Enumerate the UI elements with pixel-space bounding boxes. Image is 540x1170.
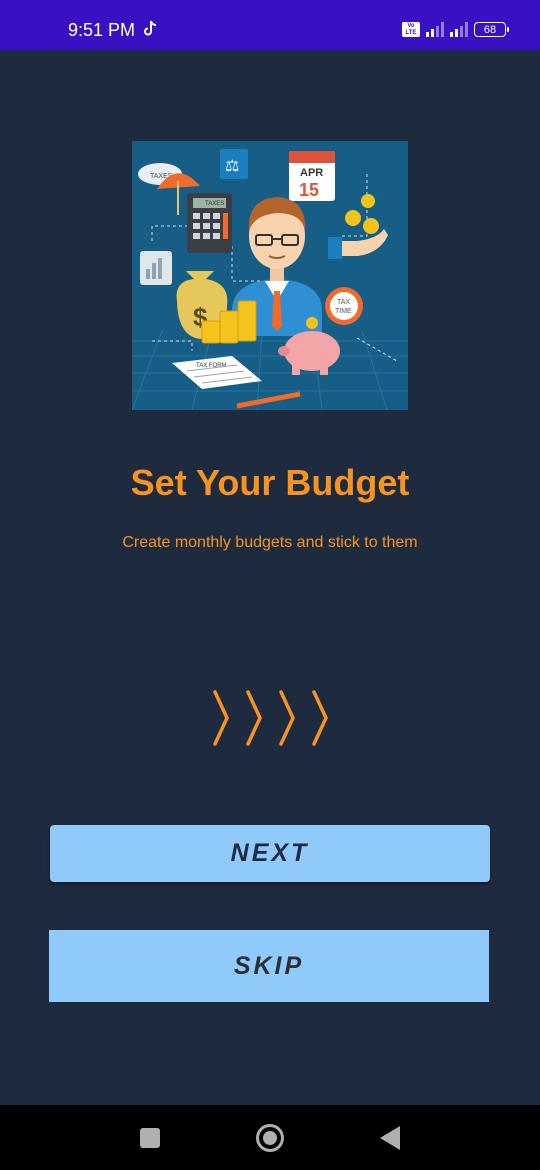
next-button[interactable]: NEXT xyxy=(50,825,490,882)
signal-icon xyxy=(450,22,468,37)
status-indicators: Vo LTE 68 xyxy=(402,22,509,37)
chevron-right-icon xyxy=(213,690,328,746)
clock-text-2: TIME xyxy=(335,308,352,315)
back-icon[interactable] xyxy=(380,1126,400,1150)
budget-illustration: TAXES ⚖ TAXES APR 15 $ TAX TIME TAX FORM xyxy=(132,141,408,410)
calendar-day: 15 xyxy=(299,180,319,200)
skip-button[interactable]: SKIP xyxy=(49,930,489,1002)
tiktok-icon xyxy=(144,20,157,36)
system-nav-bar xyxy=(0,1105,540,1170)
status-bar: 9:51 PM Vo LTE 68 xyxy=(0,0,540,50)
clock-text-1: TAX xyxy=(337,299,350,306)
volte-icon: Vo LTE xyxy=(402,22,420,37)
onboarding-title: Set Your Budget xyxy=(130,462,410,503)
calendar-month: APR xyxy=(300,167,323,179)
home-icon[interactable] xyxy=(256,1124,284,1152)
status-time: 9:51 PM xyxy=(68,20,136,40)
battery-icon: 68 xyxy=(474,22,509,37)
svg-text:⚖: ⚖ xyxy=(225,156,239,175)
onboarding-subtitle: Create monthly budgets and stick to them xyxy=(122,534,418,551)
calculator-text: TAXES xyxy=(205,201,224,207)
battery-level: 68 xyxy=(483,23,497,36)
recents-icon[interactable] xyxy=(140,1128,160,1148)
tax-illustration-image: TAXES ⚖ TAXES APR 15 $ TAX TIME TAX FORM xyxy=(132,149,408,410)
signal-icon xyxy=(426,22,444,37)
